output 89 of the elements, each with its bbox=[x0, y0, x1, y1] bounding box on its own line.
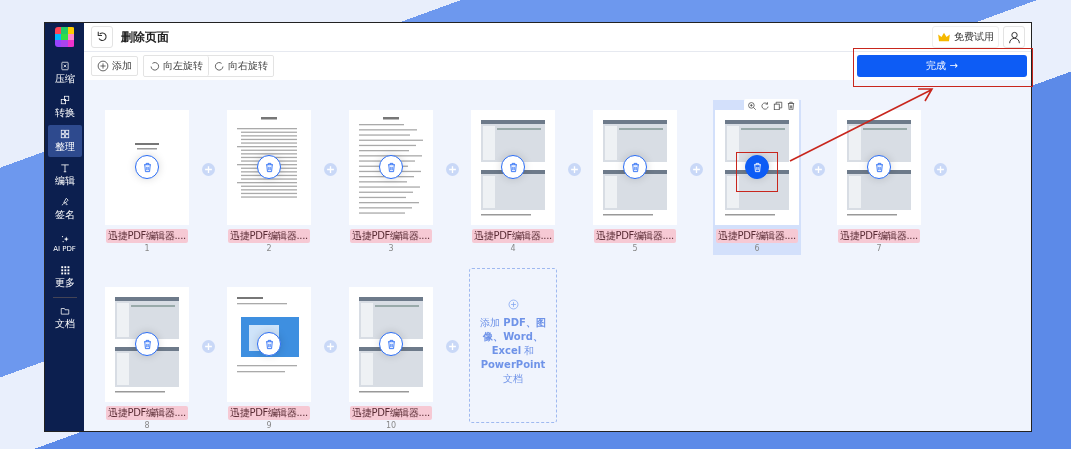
add-button[interactable]: 添加 bbox=[91, 56, 138, 76]
copy-icon[interactable] bbox=[773, 101, 783, 111]
plus-icon bbox=[569, 164, 579, 174]
undo-button[interactable] bbox=[91, 26, 113, 48]
rotate-right-icon bbox=[214, 60, 225, 72]
plus-icon bbox=[203, 164, 213, 174]
page-number: 10 bbox=[385, 421, 397, 430]
app-logo-icon bbox=[54, 27, 75, 47]
page-card[interactable] bbox=[227, 110, 311, 225]
trash-icon bbox=[873, 161, 885, 173]
page-card[interactable] bbox=[349, 287, 433, 402]
sparkle-icon bbox=[59, 233, 70, 244]
plus-icon bbox=[325, 164, 335, 174]
sidebar-item[interactable]: 签名 bbox=[47, 193, 82, 225]
page-number: 1 bbox=[144, 244, 150, 253]
dots-grid-icon bbox=[59, 264, 70, 275]
page-card[interactable] bbox=[471, 110, 555, 225]
zoom-in-icon[interactable] bbox=[747, 101, 757, 111]
plus-icon bbox=[325, 341, 335, 351]
page-card[interactable] bbox=[105, 287, 189, 402]
page-number: 7 bbox=[876, 244, 882, 253]
add-files-text: 添加 PDF、图像、Word、Excel 和 PowerPoint 文档 bbox=[479, 316, 547, 386]
page-number: 5 bbox=[632, 244, 638, 253]
delete-page-button[interactable] bbox=[379, 155, 403, 179]
convert-icon bbox=[59, 94, 70, 105]
user-button[interactable] bbox=[1003, 26, 1025, 48]
page-number: 3 bbox=[388, 244, 394, 253]
page-content-drawing bbox=[135, 143, 159, 150]
file-name-tag: 迅捷PDF编辑器.... bbox=[350, 229, 432, 243]
file-name-tag: 迅捷PDF编辑器.... bbox=[228, 229, 310, 243]
plus-circle-icon bbox=[507, 299, 519, 310]
page-card[interactable] bbox=[837, 110, 921, 225]
grid-icon bbox=[59, 128, 70, 139]
file-name-tag: 迅捷PDF编辑器.... bbox=[106, 229, 188, 243]
file-name-tag: 迅捷PDF编辑器.... bbox=[472, 229, 554, 243]
trash-icon bbox=[629, 161, 641, 173]
page-number: 6 bbox=[754, 244, 760, 253]
trash-icon bbox=[385, 338, 397, 350]
free-trial-button[interactable]: 免费试用 bbox=[932, 26, 999, 48]
rotate-left-icon bbox=[149, 60, 160, 72]
file-name-tag: 迅捷PDF编辑器.... bbox=[716, 229, 798, 243]
plus-icon bbox=[935, 164, 945, 174]
page-card[interactable] bbox=[715, 110, 799, 225]
delete-icon[interactable] bbox=[786, 101, 796, 111]
sidebar-item[interactable]: 更多 bbox=[47, 261, 82, 293]
delete-page-button[interactable] bbox=[257, 155, 281, 179]
compress-icon bbox=[59, 60, 70, 71]
highlight-frame bbox=[736, 152, 778, 192]
sidebar-item[interactable]: 整理 bbox=[47, 125, 82, 157]
page-title: 删除页面 bbox=[121, 28, 169, 46]
page-number: 2 bbox=[266, 244, 272, 253]
plus-icon bbox=[447, 341, 457, 351]
trash-icon bbox=[263, 338, 275, 350]
delete-page-button[interactable] bbox=[135, 155, 159, 179]
crown-icon bbox=[937, 32, 951, 42]
plus-icon bbox=[691, 164, 701, 174]
trash-icon bbox=[507, 161, 519, 173]
selected-page-highlight[interactable]: 迅捷PDF编辑器.... 6 bbox=[713, 100, 801, 255]
file-name-tag: 迅捷PDF编辑器.... bbox=[594, 229, 676, 243]
plus-icon bbox=[203, 341, 213, 351]
folder-icon bbox=[59, 305, 70, 316]
trash-icon bbox=[751, 161, 763, 173]
sidebar-item[interactable]: 文档 bbox=[47, 302, 82, 334]
plus-icon bbox=[447, 164, 457, 174]
page-number: 9 bbox=[266, 421, 272, 430]
sidebar-item[interactable]: 编辑 bbox=[47, 159, 82, 191]
rotate-icon[interactable] bbox=[760, 101, 770, 111]
file-name-tag: 迅捷PDF编辑器.... bbox=[106, 406, 188, 420]
page-number: 8 bbox=[144, 421, 150, 430]
user-icon bbox=[1007, 30, 1021, 44]
trash-icon bbox=[385, 161, 397, 173]
trash-icon bbox=[141, 338, 153, 350]
plus-icon bbox=[813, 164, 823, 174]
page-card[interactable] bbox=[227, 287, 311, 402]
file-name-tag: 迅捷PDF编辑器.... bbox=[838, 229, 920, 243]
done-button[interactable]: 完成 → bbox=[857, 55, 1027, 77]
page-card[interactable] bbox=[593, 110, 677, 225]
page-number: 4 bbox=[510, 244, 516, 253]
trash-icon bbox=[141, 161, 153, 173]
trash-icon bbox=[263, 161, 275, 173]
pen-icon bbox=[59, 196, 70, 207]
undo-icon bbox=[96, 31, 108, 43]
text-icon bbox=[59, 162, 70, 173]
page-card[interactable] bbox=[349, 110, 433, 225]
file-name-tag: 迅捷PDF编辑器.... bbox=[228, 406, 310, 420]
sidebar-item[interactable]: 压缩 bbox=[47, 57, 82, 89]
plus-circle-icon bbox=[97, 60, 109, 72]
file-name-tag: 迅捷PDF编辑器.... bbox=[350, 406, 432, 420]
sidebar-item[interactable]: 转换 bbox=[47, 91, 82, 123]
